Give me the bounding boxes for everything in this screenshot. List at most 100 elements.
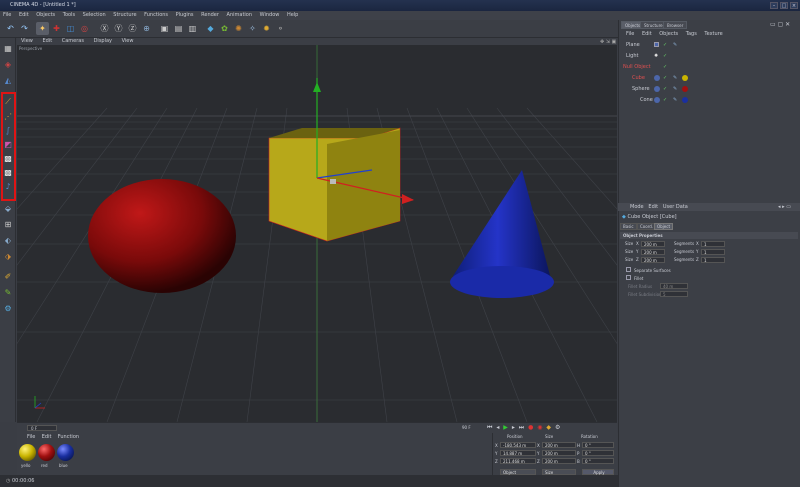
rotation-h-field[interactable]: 0 ° bbox=[582, 442, 614, 448]
object-row-cone[interactable]: Cone ✓ ✎ bbox=[620, 95, 798, 105]
settings-icon[interactable]: ⚙ bbox=[555, 424, 561, 431]
render-picture-viewer-icon[interactable]: ▥ bbox=[186, 22, 199, 35]
viewport-menu-edit[interactable]: Edit bbox=[38, 38, 56, 44]
segments-y-field[interactable]: 1 bbox=[701, 249, 725, 255]
om-menu-edit[interactable]: Edit bbox=[642, 31, 652, 37]
tab-browser[interactable]: Browser bbox=[663, 21, 688, 29]
spline-icon[interactable]: ✧ bbox=[246, 22, 259, 35]
tag-icon[interactable]: ✎ bbox=[673, 40, 677, 50]
mat-menu-file[interactable]: File bbox=[27, 434, 35, 440]
go-to-end-icon[interactable]: ⏭ bbox=[519, 424, 525, 431]
material-blue-swatch[interactable] bbox=[57, 444, 74, 461]
maximize-button[interactable]: □ bbox=[780, 2, 788, 9]
menu-render[interactable]: Render bbox=[198, 11, 222, 20]
tab-object[interactable]: Object bbox=[654, 223, 674, 230]
object-row-sphere[interactable]: Sphere ✓ ✎ bbox=[620, 84, 798, 94]
tag-icon[interactable]: ✎ bbox=[673, 73, 677, 83]
enabled-check-icon[interactable]: ✓ bbox=[663, 62, 667, 72]
live-selection-icon[interactable]: ✦ bbox=[36, 22, 49, 35]
mat-menu-function[interactable]: Function bbox=[58, 434, 79, 440]
viewport-scene[interactable] bbox=[17, 38, 617, 422]
scene-tool-icon[interactable]: ✎ bbox=[2, 286, 14, 298]
object-row-plane[interactable]: Plane ✓ ✎ bbox=[620, 40, 798, 50]
om-menu-objects[interactable]: Objects bbox=[659, 31, 678, 37]
sculpt-icon[interactable]: ⬗ bbox=[2, 250, 14, 262]
enabled-check-icon[interactable]: ✓ bbox=[663, 40, 667, 50]
keyframe-icon[interactable]: ◆ bbox=[546, 424, 552, 431]
record-icon[interactable]: ● bbox=[528, 424, 534, 431]
enabled-check-icon[interactable]: ✓ bbox=[663, 95, 667, 105]
material-tool-icon[interactable]: ✐ bbox=[2, 270, 14, 282]
menu-plugins[interactable]: Plugins bbox=[173, 11, 197, 20]
menu-objects[interactable]: Objects bbox=[33, 11, 58, 20]
fillet-subdivision-field[interactable]: 5 bbox=[660, 291, 688, 297]
menu-file[interactable]: File bbox=[0, 11, 14, 20]
fillet-checkbox[interactable] bbox=[626, 275, 631, 280]
frame-start-field[interactable]: 0 F bbox=[27, 425, 57, 431]
camera-icon[interactable]: ⚬ bbox=[274, 22, 287, 35]
use-model-tool-icon[interactable]: ▦ bbox=[2, 42, 14, 54]
menu-animation[interactable]: Animation bbox=[224, 11, 256, 20]
om-menu-file[interactable]: File bbox=[626, 31, 634, 37]
workplane-icon[interactable]: ⬙ bbox=[2, 202, 14, 214]
object-row-null[interactable]: Null Object ✓ bbox=[620, 62, 798, 72]
rotation-p-field[interactable]: 0 ° bbox=[582, 450, 614, 456]
redo-icon[interactable]: ↷ bbox=[18, 22, 31, 35]
position-x-field[interactable]: -180.543 m bbox=[500, 442, 536, 448]
visibility-toggle[interactable] bbox=[654, 42, 659, 47]
use-object-tool-icon[interactable]: ◈ bbox=[2, 58, 14, 70]
material-tag-red[interactable] bbox=[682, 86, 688, 92]
rotate-icon[interactable]: ◎ bbox=[78, 22, 91, 35]
segments-x-field[interactable]: 1 bbox=[701, 241, 725, 247]
menu-structure[interactable]: Structure bbox=[110, 11, 139, 20]
edit-render-settings-icon[interactable]: ⚙ bbox=[2, 302, 14, 314]
layer-icon[interactable] bbox=[654, 75, 660, 81]
viewport-nav-icons[interactable]: ✥ ⇲ ▣ bbox=[600, 39, 616, 45]
tag-icon[interactable]: ✎ bbox=[673, 84, 677, 94]
enabled-check-icon[interactable]: ✓ bbox=[663, 73, 667, 83]
viewport-menu-view2[interactable]: View bbox=[118, 38, 138, 44]
deformer-icon[interactable]: ✺ bbox=[232, 22, 245, 35]
red-sphere[interactable] bbox=[88, 179, 236, 293]
material-yellow-swatch[interactable] bbox=[19, 444, 36, 461]
object-row-cube[interactable]: Cube ✓ ✎ bbox=[620, 73, 798, 83]
move-icon[interactable]: ✚ bbox=[50, 22, 63, 35]
minimize-button[interactable]: – bbox=[770, 2, 778, 9]
x-axis-icon[interactable]: Ⓧ bbox=[98, 22, 111, 35]
am-menu-edit[interactable]: Edit bbox=[648, 204, 658, 210]
mat-menu-edit[interactable]: Edit bbox=[42, 434, 52, 440]
render-view-icon[interactable]: ▣ bbox=[158, 22, 171, 35]
panel-window-icons[interactable]: ▭ ▢ ✕ bbox=[770, 21, 790, 28]
object-row-light[interactable]: Light ✹ ✓ bbox=[620, 51, 798, 61]
menu-window[interactable]: Window bbox=[257, 11, 283, 20]
tab-basic[interactable]: Basic bbox=[620, 223, 637, 230]
next-frame-icon[interactable]: ▸ bbox=[512, 424, 516, 431]
playback-controls[interactable]: ⏮ ◂ ▶ ▸ ⏭ ● ◉ ◆ ⚙ bbox=[487, 424, 561, 432]
am-menu-mode[interactable]: Mode bbox=[630, 204, 644, 210]
position-y-field[interactable]: 14.887 m bbox=[500, 450, 536, 456]
attribute-nav-icons[interactable]: ◂ ▸ ▭ bbox=[778, 204, 791, 210]
size-y-coord-field[interactable]: 200 m bbox=[542, 450, 576, 456]
light-tag-icon[interactable]: ✹ bbox=[654, 51, 658, 61]
fillet-radius-field[interactable]: 40 m bbox=[660, 283, 688, 289]
size-x-coord-field[interactable]: 200 m bbox=[542, 442, 576, 448]
light-icon[interactable]: ✹ bbox=[260, 22, 273, 35]
nurbs-icon[interactable]: ✿ bbox=[218, 22, 231, 35]
play-icon[interactable]: ▶ bbox=[503, 424, 509, 431]
tag-icon[interactable]: ✎ bbox=[673, 95, 677, 105]
om-menu-texture[interactable]: Texture bbox=[704, 31, 722, 37]
om-menu-tags[interactable]: Tags bbox=[686, 31, 697, 37]
use-texture-tool-icon[interactable]: ◭ bbox=[2, 74, 14, 86]
size-x-field[interactable]: 200 m bbox=[641, 241, 665, 247]
undo-icon[interactable]: ↶ bbox=[4, 22, 17, 35]
material-tag-blue[interactable] bbox=[682, 97, 688, 103]
render-region-icon[interactable]: ▤ bbox=[172, 22, 185, 35]
autokey-icon[interactable]: ◉ bbox=[537, 424, 543, 431]
segments-z-field[interactable]: 1 bbox=[701, 257, 725, 263]
menu-help[interactable]: Help bbox=[284, 11, 301, 20]
layer-icon[interactable] bbox=[654, 97, 660, 103]
layer-icon[interactable] bbox=[654, 86, 660, 92]
menu-functions[interactable]: Functions bbox=[141, 11, 171, 20]
previous-frame-icon[interactable]: ◂ bbox=[496, 424, 500, 431]
y-axis-icon[interactable]: Ⓨ bbox=[112, 22, 125, 35]
